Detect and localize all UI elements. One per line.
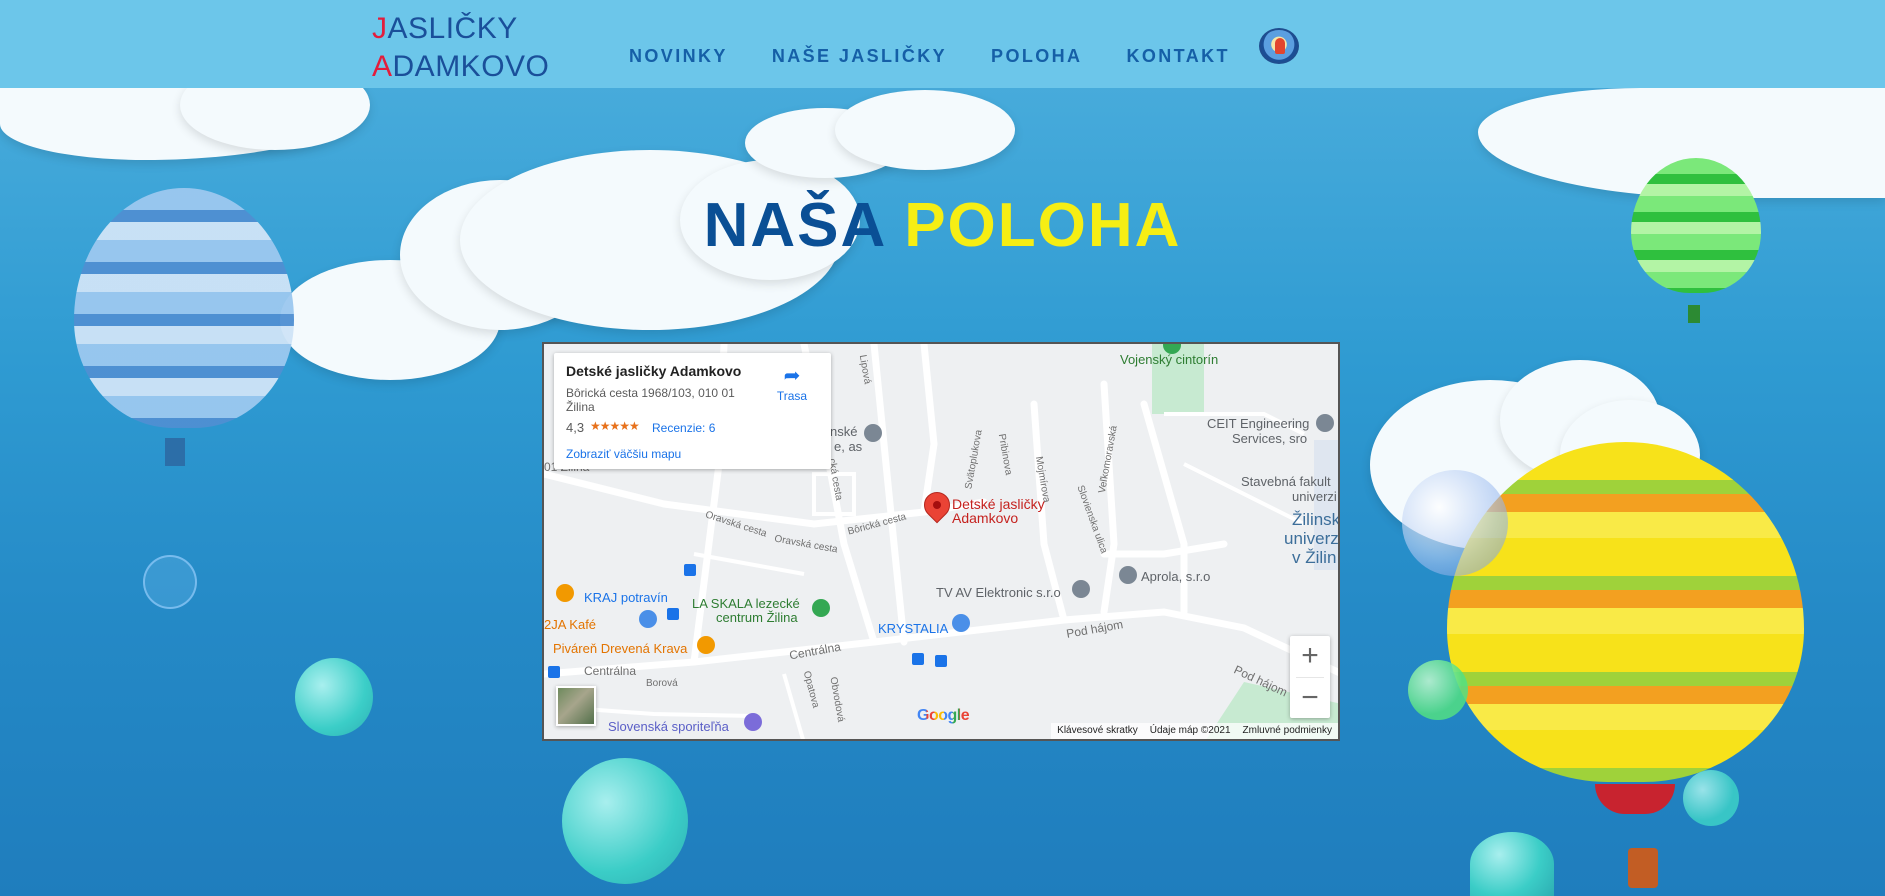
place-name: Detské jasličky Adamkovo xyxy=(566,363,742,379)
terms-link[interactable]: Zmluvné podmienky xyxy=(1237,723,1338,739)
logo-initial: A xyxy=(372,50,393,83)
food-icon[interactable] xyxy=(556,584,574,602)
place-address: Bôrická cesta 1968/103, 010 01 Žilina xyxy=(566,386,735,414)
bubble xyxy=(1402,470,1508,576)
location-icon[interactable] xyxy=(1119,566,1137,584)
basket xyxy=(1628,848,1658,888)
bubble xyxy=(143,555,197,609)
poi-label: CEIT Engineering xyxy=(1207,416,1310,431)
title-word-1: NAŠA xyxy=(703,191,885,260)
poi-label: Services, sro xyxy=(1232,431,1308,446)
poi-label: univerz xyxy=(1284,529,1339,548)
poi-label: TV AV Elektronic s.r.o xyxy=(936,585,1061,600)
bar-icon[interactable] xyxy=(697,636,715,654)
marker-label: Adamkovo xyxy=(952,510,1019,526)
nav-item-poloha[interactable]: POLOHA xyxy=(991,46,1082,67)
title-word-2: POLOHA xyxy=(904,191,1182,260)
poi-label: KRAJ potravín xyxy=(584,590,668,605)
bubble xyxy=(1470,832,1554,896)
shopping-icon[interactable] xyxy=(639,610,657,628)
zoom-in-button[interactable]: + xyxy=(1290,636,1330,677)
street-label: Centrálna xyxy=(584,664,637,678)
poi-label: Žilinsk xyxy=(1292,510,1340,529)
bus-stop-icon[interactable] xyxy=(912,653,924,665)
basket xyxy=(165,438,185,466)
logo-text: DAMKOVO xyxy=(392,50,550,83)
poi-label: 2JA Kafé xyxy=(544,617,597,632)
poi-label: nské xyxy=(830,424,858,439)
bubble xyxy=(562,758,688,884)
marker-inner-dot xyxy=(933,501,941,509)
poi-label: KRYSTALIA xyxy=(878,621,949,636)
rating-stars-icon: ★★★★★ xyxy=(590,419,640,433)
page-title: NAŠA POLOHA xyxy=(0,190,1885,261)
keyboard-shortcuts-link[interactable]: Klávesové skratky xyxy=(1051,723,1144,739)
bus-stop-icon[interactable] xyxy=(935,655,947,667)
basket xyxy=(1688,305,1700,323)
poi-label: univerzi xyxy=(1292,489,1337,504)
view-larger-map-link[interactable]: Zobraziť väčšiu mapu xyxy=(566,447,681,461)
zoom-controls: + − xyxy=(1290,636,1330,718)
poi-label: Slovenská sporiteľňa xyxy=(608,719,729,734)
location-icon[interactable] xyxy=(1316,414,1334,432)
reviews-link[interactable]: Recenzie: 6 xyxy=(652,421,715,435)
place-info-card: Detské jasličky Adamkovo Bôrická cesta 1… xyxy=(554,353,831,469)
logo-initial: J xyxy=(372,12,388,45)
park-icon[interactable] xyxy=(812,599,830,617)
bubble xyxy=(295,658,373,736)
place-rating: 4,3 xyxy=(566,420,585,435)
cloud xyxy=(835,90,1015,170)
logo-line-2: ADAMKOVO xyxy=(372,48,549,86)
main-nav: NOVINKY NAŠE JASLIČKY POLOHA KONTAKT xyxy=(629,46,1274,67)
google-map[interactable]: Lipová Oravská cesta Oravská cesta Bôric… xyxy=(542,342,1340,741)
figure-icon xyxy=(1275,38,1285,54)
site-logo[interactable]: JASLIČKY ADAMKOVO xyxy=(372,10,549,86)
directions-button[interactable]: ➦ Trasa xyxy=(770,365,814,409)
directions-label: Trasa xyxy=(776,389,808,403)
poi-label: e, as xyxy=(834,439,863,454)
directions-icon: ➦ xyxy=(783,365,801,387)
site-header: JASLIČKY ADAMKOVO NOVINKY NAŠE JASLIČKY … xyxy=(0,0,1885,88)
balloon-skirt xyxy=(1595,784,1675,814)
logo-badge-icon[interactable] xyxy=(1259,28,1299,64)
google-logo: Google xyxy=(917,707,970,725)
bus-stop-icon[interactable] xyxy=(684,564,696,576)
nav-item-novinky[interactable]: NOVINKY xyxy=(629,46,728,67)
poi-label: Aprola, s.r.o xyxy=(1141,569,1211,584)
poi-label: Stavebná fakult xyxy=(1241,474,1331,489)
poi-label: LA SKALA lezecké xyxy=(692,596,800,611)
bank-icon[interactable] xyxy=(744,713,762,731)
bus-stop-icon[interactable] xyxy=(548,666,560,678)
google-logo-text: Google xyxy=(917,707,970,724)
location-icon[interactable] xyxy=(1072,580,1090,598)
zoom-out-button[interactable]: − xyxy=(1290,678,1330,719)
poi-label: centrum Žilina xyxy=(716,610,798,625)
nav-item-nase-jaslicky[interactable]: NAŠE JASLIČKY xyxy=(772,46,947,67)
map-footer: Klávesové skratky Údaje máp ©2021 Zmluvn… xyxy=(1051,723,1338,739)
logo-text: ASLIČKY xyxy=(387,12,518,45)
nav-item-kontakt[interactable]: KONTAKT xyxy=(1126,46,1229,67)
location-icon[interactable] xyxy=(864,424,882,442)
street-label: Borová xyxy=(646,678,678,689)
poi-label: v Žilin xyxy=(1292,548,1337,567)
bus-stop-icon[interactable] xyxy=(667,608,679,620)
bubble xyxy=(1408,660,1468,720)
poi-label: Piváreň Drevená Krava xyxy=(553,641,688,656)
bubble xyxy=(1683,770,1739,826)
map-data-attribution[interactable]: Údaje máp ©2021 xyxy=(1144,723,1237,739)
logo-line-1: JASLIČKY xyxy=(372,10,549,48)
shopping-icon[interactable] xyxy=(952,614,970,632)
poi-label: Vojenský cintorín xyxy=(1120,352,1219,367)
satellite-view-toggle[interactable] xyxy=(556,686,596,726)
